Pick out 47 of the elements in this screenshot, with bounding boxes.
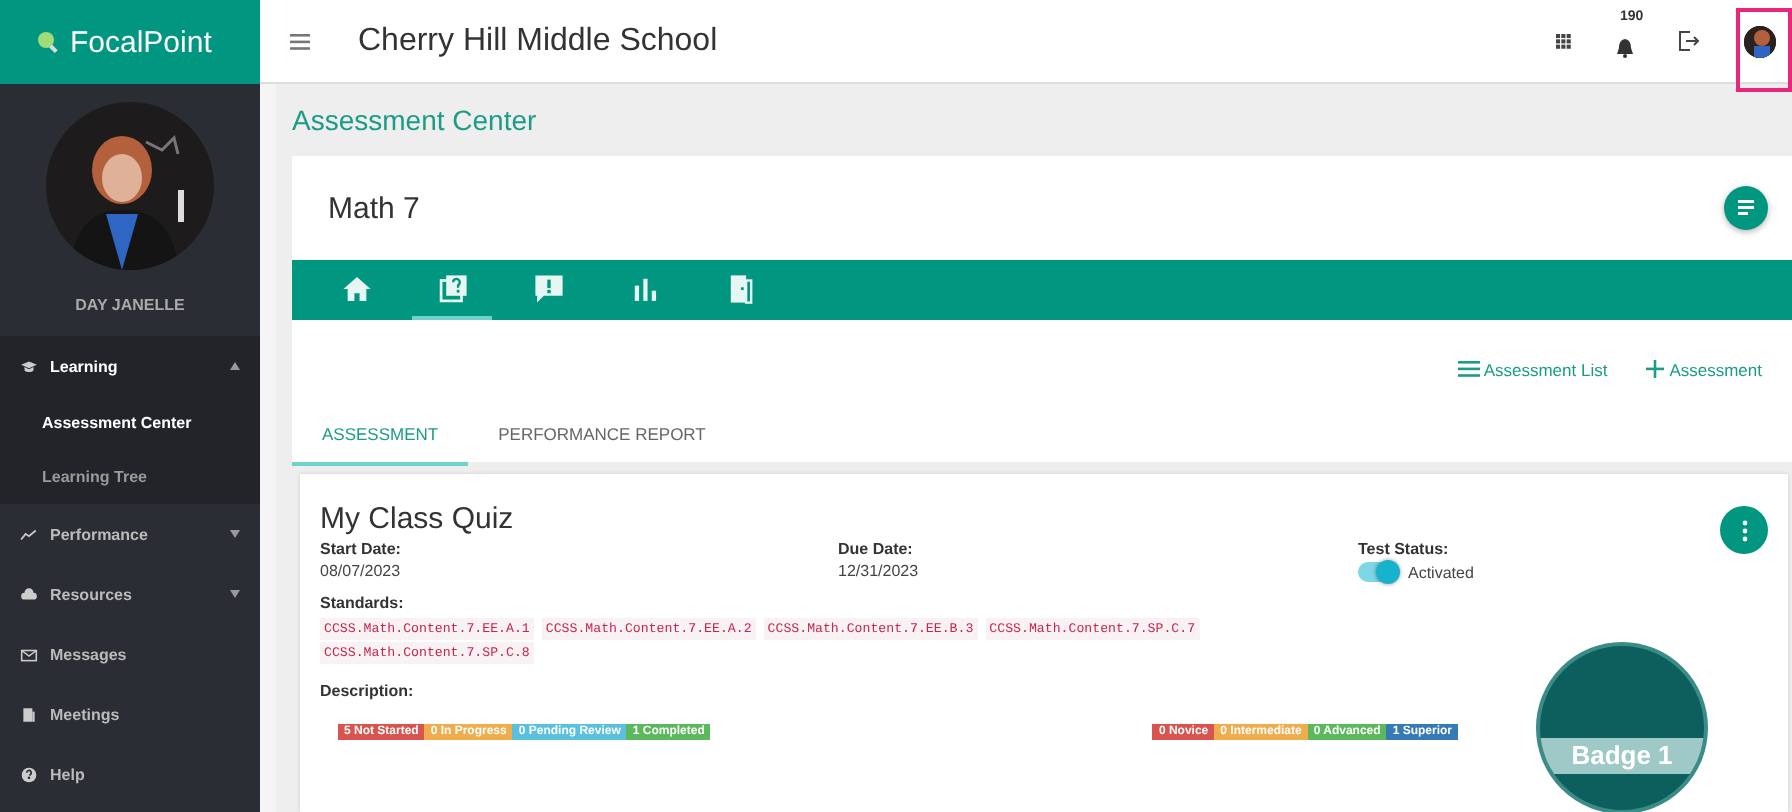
nav-subitem[interactable]: Assessment Center [0,396,260,450]
more-icon [1741,519,1747,541]
graduation-cap-icon [20,357,38,375]
quiz-title: My Class Quiz [320,501,514,535]
status-toggle[interactable] [1358,562,1398,582]
field-label: Test Status: [1358,540,1451,558]
notes-button[interactable] [1724,186,1768,230]
field-label: Start Date: [320,540,403,558]
door-icon [20,705,38,723]
cloud-icon [20,585,38,603]
caret-icon [230,590,240,598]
help-icon [20,765,38,783]
user-avatar[interactable] [1744,25,1776,57]
trend-line-icon [20,525,38,543]
nav-item[interactable]: Resources [0,564,260,624]
field-label: Standards: [320,594,406,612]
brand-logo[interactable]: FocalPoint [0,0,260,84]
school-name: Cherry Hill Middle School [358,23,718,59]
nav-item[interactable]: Messages [0,624,260,684]
field-value: 12/31/2023 [838,562,921,580]
alert-bubble-icon [531,271,565,305]
user-name: DAY JANELLE [73,296,187,318]
caret-icon [230,530,240,538]
more-button[interactable] [1720,506,1768,554]
nav-subitem[interactable]: Learning Tree [0,450,260,504]
apps-grid-icon[interactable] [1556,33,1572,49]
caret-icon [230,362,240,370]
field-label: Due Date: [838,540,915,558]
envelope-icon [20,645,38,663]
field-value: 08/07/2023 [320,562,403,580]
toggle-label: Activated [1408,563,1474,581]
field-label: Description: [320,682,416,700]
course-title: Math 7 [328,191,420,225]
notes-icon [1736,198,1756,218]
nav-item[interactable]: Meetings [0,684,260,744]
logout-icon[interactable] [1678,30,1700,52]
question-card-icon [435,271,469,305]
tab[interactable]: PERFORMANCE REPORT [468,408,736,466]
menu-icon[interactable] [290,33,310,49]
badge-medal: Badge 1 [1536,642,1708,812]
list-icon [1457,360,1480,378]
page-title: Assessment Center [292,102,539,140]
bell-icon[interactable] [1616,37,1634,57]
nav-item[interactable]: Performance [0,504,260,564]
nav-item[interactable]: Help [0,744,260,804]
plus-icon [1643,360,1666,378]
nav-item[interactable]: Learning [0,336,260,396]
